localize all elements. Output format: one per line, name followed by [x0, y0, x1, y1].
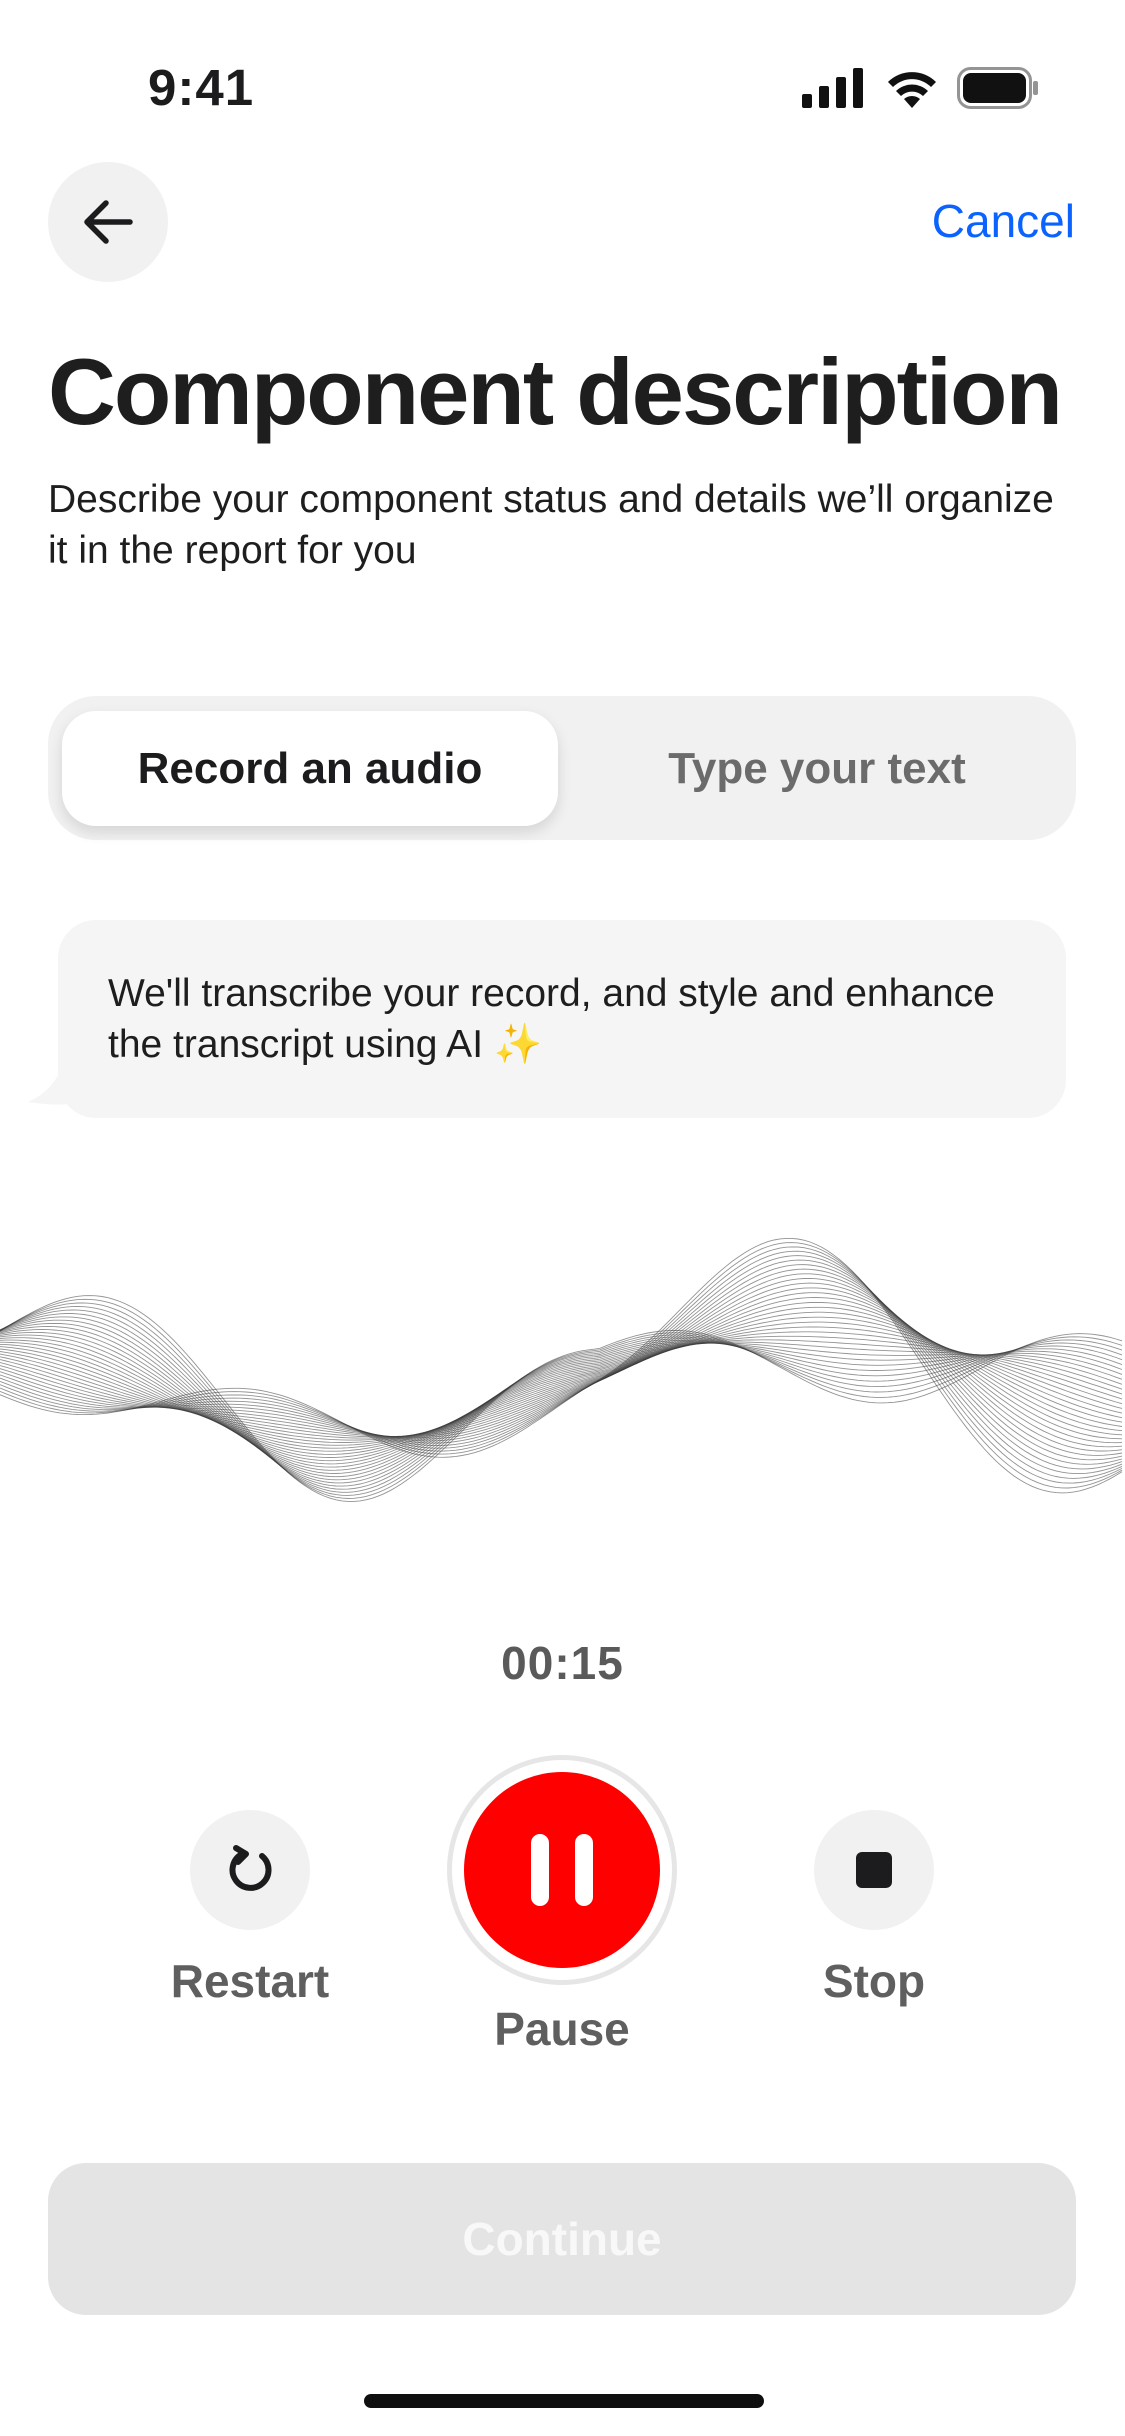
- stop-label: Stop: [822, 1955, 926, 2007]
- info-bubble-text: We'll transcribe your record, and style …: [108, 972, 995, 1066]
- tab-record-audio[interactable]: Record an audio: [62, 711, 558, 826]
- restart-button[interactable]: [190, 1810, 310, 1930]
- continue-button[interactable]: Continue: [48, 2163, 1076, 2315]
- pause-label: Pause: [494, 2003, 630, 2055]
- pause-bar-right: [575, 1834, 593, 1906]
- pause-icon: [464, 1772, 660, 1968]
- tab-type-text[interactable]: Type your text: [570, 711, 1064, 826]
- status-time: 9:41: [148, 59, 255, 116]
- page-subtitle: Describe your component status and detai…: [48, 478, 1054, 572]
- back-button[interactable]: [48, 162, 168, 282]
- back-arrow-icon: [84, 200, 133, 244]
- audio-waveform: [0, 1237, 1123, 1502]
- signal-icon: [802, 68, 863, 108]
- pause-bar-left: [531, 1834, 549, 1906]
- waveform-line: [0, 1311, 1123, 1449]
- wifi-icon: [888, 72, 936, 108]
- home-indicator: [364, 2394, 764, 2408]
- restart-label: Restart: [170, 1955, 330, 2007]
- stop-icon: [856, 1852, 892, 1888]
- pause-button[interactable]: [452, 1760, 672, 1980]
- page-title: Component description: [48, 339, 1063, 444]
- cancel-link[interactable]: Cancel: [932, 194, 1075, 248]
- battery-icon: [957, 67, 1038, 109]
- restart-icon: [229, 1845, 272, 1891]
- stop-button[interactable]: [814, 1810, 934, 1930]
- recording-timer: 00:15: [501, 1637, 624, 1689]
